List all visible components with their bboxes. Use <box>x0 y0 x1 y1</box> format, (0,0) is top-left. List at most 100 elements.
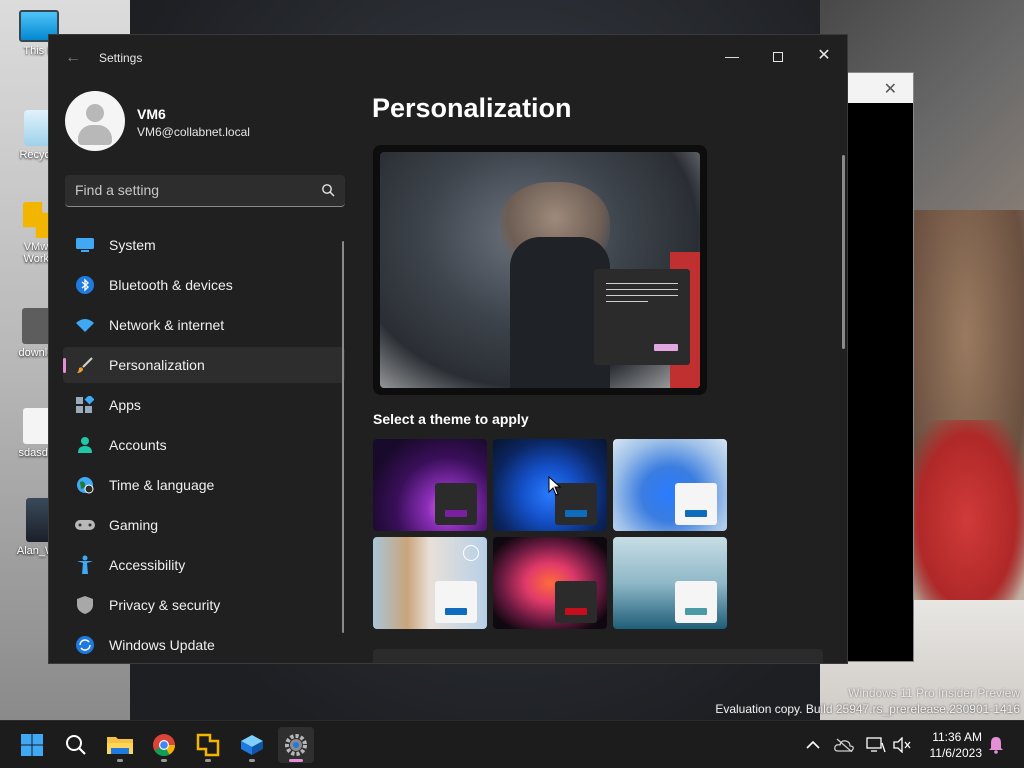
sidebar-item-gaming[interactable]: Gaming <box>63 507 345 543</box>
main-scrollbar[interactable] <box>842 155 845 349</box>
window-title: Settings <box>99 51 143 65</box>
theme-accent-pill <box>685 510 707 517</box>
sidebar-item-network[interactable]: Network & internet <box>63 307 345 343</box>
monitor-icon <box>75 235 95 255</box>
person-icon <box>75 435 95 455</box>
vmware-icon <box>196 733 220 757</box>
running-indicator <box>289 759 303 762</box>
watermark-edition: Windows 11 Pro Insider Preview <box>848 686 1020 700</box>
avatar-body <box>78 125 112 145</box>
sidebar-item-windows-update[interactable]: Windows Update <box>63 627 345 663</box>
start-button[interactable] <box>14 727 50 763</box>
theme-flowers-custom[interactable] <box>373 537 487 629</box>
theme-grid <box>373 439 729 629</box>
theme-sunrise-lake[interactable] <box>613 537 727 629</box>
network-icon[interactable] <box>866 735 886 755</box>
preview-line <box>606 283 678 284</box>
preview-window-sample <box>594 269 690 365</box>
file-explorer-button[interactable] <box>102 727 138 763</box>
notification-bell-icon[interactable] <box>986 735 1006 755</box>
chrome-button[interactable] <box>146 727 182 763</box>
sidebar-item-bluetooth[interactable]: Bluetooth & devices <box>63 267 345 303</box>
theme-mini-window <box>435 581 477 623</box>
theme-mini-window <box>675 483 717 525</box>
avatar[interactable] <box>65 91 125 151</box>
app-store-button[interactable] <box>234 727 270 763</box>
update-icon <box>75 635 95 655</box>
accessibility-icon <box>75 555 95 575</box>
settings-card[interactable] <box>373 649 823 663</box>
running-indicator <box>117 759 123 762</box>
paintbrush-icon <box>75 355 95 375</box>
search-box[interactable] <box>65 175 345 207</box>
preview-accent-button <box>654 344 678 351</box>
maximize-icon <box>773 52 783 63</box>
sidebar-item-system[interactable]: System <box>63 227 345 263</box>
sidebar-item-personalization[interactable]: Personalization <box>63 347 345 383</box>
back-arrow-icon[interactable]: ← <box>65 49 81 67</box>
page-title: Personalization <box>372 93 572 123</box>
sidebar-item-apps[interactable]: Apps <box>63 387 345 423</box>
theme-mini-window <box>555 581 597 623</box>
taskbar: 11:36 AM 11/6/2023 <box>0 720 1024 768</box>
volume-muted-icon[interactable] <box>892 735 912 755</box>
system-clock[interactable]: 11:36 AM 11/6/2023 <box>930 729 983 761</box>
watermark-build: Evaluation copy. Build 25947.rs_prerelea… <box>715 702 1020 716</box>
theme-purple-glow[interactable] <box>373 439 487 531</box>
sidebar-scrollbar[interactable] <box>342 241 344 633</box>
sidebar-item-privacy[interactable]: Privacy & security <box>63 587 345 623</box>
theme-preview <box>373 145 707 395</box>
apps-icon <box>75 395 95 415</box>
theme-captured-motion[interactable] <box>493 537 607 629</box>
sidebar-item-time-language[interactable]: Time & language <box>63 467 345 503</box>
windows-logo-icon <box>21 734 43 756</box>
running-indicator <box>205 759 211 762</box>
sidebar-item-accessibility[interactable]: Accessibility <box>63 547 345 583</box>
shield-icon <box>75 595 95 615</box>
settings-window[interactable]: ← Settings — ✕ VM6 VM6@collabnet.local S… <box>48 34 848 664</box>
theme-section-label: Select a theme to apply <box>373 411 529 427</box>
minimize-button[interactable]: — <box>709 41 755 71</box>
theme-accent-pill <box>565 510 587 517</box>
theme-accent-pill <box>445 608 467 615</box>
search-input[interactable] <box>65 175 305 205</box>
preview-line <box>606 289 678 290</box>
mouse-cursor-icon <box>548 476 562 496</box>
chrome-icon <box>153 734 175 756</box>
sidebar-item-accounts[interactable]: Accounts <box>63 427 345 463</box>
search-icon <box>66 735 86 755</box>
user-email: VM6@collabnet.local <box>137 125 250 139</box>
theme-windows-light[interactable] <box>613 439 727 531</box>
close-icon[interactable]: ✕ <box>884 79 897 99</box>
title-bar[interactable]: ← Settings — ✕ <box>49 35 847 81</box>
globe-clock-icon <box>75 475 95 495</box>
onedrive-offline-icon[interactable] <box>834 735 854 755</box>
tray-overflow-chevron-icon[interactable] <box>803 735 823 755</box>
close-button[interactable]: ✕ <box>801 41 847 71</box>
user-name: VM6 <box>137 106 166 122</box>
search-button[interactable] <box>58 727 94 763</box>
sidebar-nav: System Bluetooth & devices Network & int… <box>63 227 345 663</box>
vmware-button[interactable] <box>190 727 226 763</box>
gear-icon <box>285 734 307 756</box>
theme-mini-window <box>435 483 477 525</box>
running-indicator <box>161 759 167 762</box>
preview-line <box>606 301 648 302</box>
theme-mini-window <box>675 581 717 623</box>
running-indicator <box>249 759 255 762</box>
settings-button[interactable] <box>278 727 314 763</box>
folder-icon <box>107 737 133 754</box>
clock-date: 11/6/2023 <box>929 746 983 760</box>
cube-icon <box>241 735 263 755</box>
clock-time: 11:36 AM <box>932 730 982 744</box>
gamepad-icon <box>75 515 95 535</box>
theme-accent-pill <box>565 608 587 615</box>
avatar-head <box>86 104 104 122</box>
search-icon[interactable] <box>321 183 335 197</box>
maximize-button[interactable] <box>755 41 801 71</box>
custom-theme-icon <box>463 545 479 561</box>
theme-accent-pill <box>445 510 467 517</box>
wallpaper-red-hoodie <box>910 420 1024 620</box>
preview-wallpaper <box>380 152 700 388</box>
wifi-icon <box>75 315 95 335</box>
